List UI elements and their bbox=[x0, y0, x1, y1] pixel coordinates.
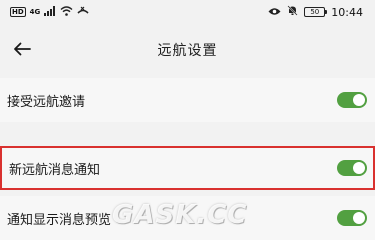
toggle-knob bbox=[353, 94, 365, 106]
arrow-left-icon bbox=[13, 41, 31, 60]
hd-badge: HD bbox=[10, 7, 26, 17]
back-button[interactable] bbox=[8, 36, 36, 64]
battery-icon: 50 bbox=[304, 7, 328, 17]
status-right: 50 10:44 bbox=[268, 5, 363, 19]
eye-icon bbox=[268, 6, 281, 19]
app-bar: 远航设置 bbox=[0, 28, 375, 72]
missed-call-icon bbox=[77, 6, 89, 19]
accept-invite-toggle[interactable] bbox=[337, 92, 367, 108]
page-title: 远航设置 bbox=[157, 43, 218, 59]
toggle-knob bbox=[353, 162, 365, 174]
setting-label: 接受远航邀请 bbox=[7, 94, 86, 110]
mute-bell-icon bbox=[287, 5, 298, 19]
setting-label: 新远航消息通知 bbox=[9, 162, 101, 178]
wifi-icon bbox=[60, 5, 73, 19]
setting-row-new-message-notify[interactable]: 新远航消息通知 bbox=[0, 146, 375, 190]
new-message-notify-toggle[interactable] bbox=[337, 160, 367, 176]
toggle-knob bbox=[353, 212, 365, 224]
status-bar: HD 4G 50 10:44 bbox=[0, 0, 375, 24]
setting-label: 通知显示消息预览 bbox=[7, 212, 112, 228]
status-left: HD 4G bbox=[10, 5, 89, 19]
clock: 10:44 bbox=[331, 5, 363, 19]
setting-row-preview[interactable]: 通知显示消息预览 bbox=[0, 196, 375, 240]
setting-row-accept-invite[interactable]: 接受远航邀请 bbox=[0, 78, 375, 122]
message-preview-toggle[interactable] bbox=[337, 210, 367, 226]
network-type: 4G bbox=[29, 8, 41, 16]
signal-icon bbox=[44, 5, 56, 19]
